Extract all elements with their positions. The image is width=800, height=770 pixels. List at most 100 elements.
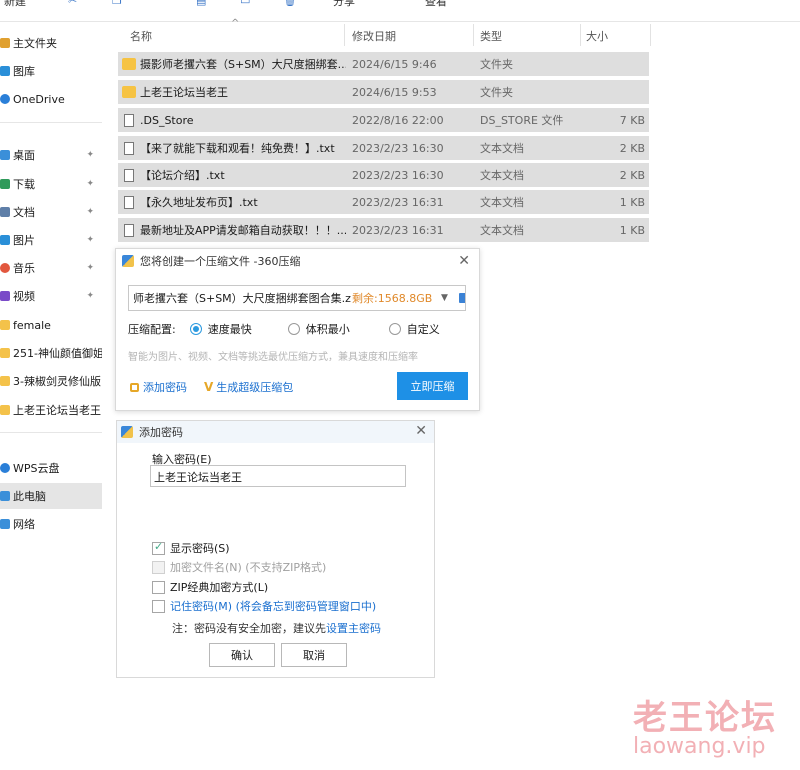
copy-icon[interactable]: ❐ — [112, 0, 126, 8]
sidebar-item-laowang[interactable]: 上老王论坛当老王 — [0, 397, 102, 423]
new-button[interactable]: 新建 — [4, 0, 26, 9]
gallery-icon — [0, 66, 10, 76]
compress-hint: 智能为图片、视频、文档等挑选最优压缩方式，兼具速度和压缩率 — [128, 352, 418, 363]
file-type: 文本文档 — [480, 224, 524, 237]
text-file-icon — [124, 141, 134, 155]
file-size: 7 KB — [619, 113, 645, 127]
watermark-url: laowang.vip — [633, 734, 766, 759]
compress-dialog: 您将创建一个压缩文件 -360压缩 ✕ 师老攫六套（S+SM）大尺度捆绑套图合集… — [115, 248, 480, 411]
delete-icon[interactable]: 🗑 — [283, 0, 297, 8]
column-divider[interactable] — [473, 24, 474, 46]
pin-icon: ✦ — [86, 291, 94, 301]
checkbox-box[interactable] — [152, 540, 165, 555]
file-date: 2023/2/23 16:31 — [352, 195, 444, 209]
pin-icon: ✦ — [86, 207, 94, 217]
cancel-button[interactable]: 取消 — [281, 643, 347, 667]
file-name: 上老王论坛当老王 — [140, 86, 228, 99]
sidebar-item-music[interactable]: 音乐 ✦ — [0, 255, 102, 281]
sidebar-item-female[interactable]: female — [0, 312, 102, 338]
view-button[interactable]: 查看 — [425, 0, 447, 9]
checkbox-box[interactable] — [152, 599, 165, 613]
column-header-name[interactable]: 名称 — [130, 28, 152, 44]
column-header-type[interactable]: 类型 — [480, 28, 502, 44]
link-label: 添加密码 — [143, 381, 187, 394]
sidebar-item-label: 上老王论坛当老王 — [13, 404, 101, 417]
share-button[interactable]: 分享 — [333, 0, 355, 9]
sidebar-item-videos[interactable]: 视频 ✦ — [0, 283, 102, 309]
sidebar-item-label: 3-辣椒剑灵修仙版 — [13, 375, 101, 388]
set-master-password-link[interactable]: 设置主密码 — [326, 622, 381, 635]
sidebar-item-downloads[interactable]: 下载 ✦ — [0, 171, 102, 197]
file-row[interactable]: 最新地址及APP请发邮箱自动获取！！！... 2023/2/23 16:31 文… — [118, 218, 649, 242]
radio-fastest[interactable] — [189, 323, 202, 335]
sidebar-item-documents[interactable]: 文档 ✦ — [0, 199, 102, 225]
file-row[interactable]: 摄影师老攫六套（S+SM）大尺度捆绑套... 2024/6/15 9:46 文件… — [118, 52, 649, 76]
sidebar-item-this-pc[interactable]: 此电脑 — [0, 483, 102, 509]
watermark-text: 老王论坛 — [633, 698, 777, 738]
sidebar-item-folder-251[interactable]: 251-神仙颜值御姐 — [0, 340, 102, 366]
output-path-field[interactable]: 师老攫六套（S+SM）大尺度捆绑套图合集.zip 剩余:1568.8GB ▼ — [128, 285, 466, 311]
column-divider[interactable] — [650, 24, 651, 46]
checkbox-label: 加密文件名(N) (不支持ZIP格式) — [170, 561, 327, 574]
close-icon[interactable]: ✕ — [458, 253, 470, 269]
checkbox-label: 显示密码(S) — [170, 542, 230, 555]
radio-custom[interactable] — [388, 323, 401, 335]
super-pack-link[interactable]: V 生成超级压缩包 — [204, 379, 293, 395]
folder-browse-icon[interactable] — [459, 293, 465, 303]
remember-password-checkbox[interactable]: 记住密码(M) (将会备忘到密码管理窗口中) — [152, 598, 376, 614]
sidebar-item-gallery[interactable]: 图库 — [0, 58, 102, 84]
sidebar-item-home[interactable]: 主文件夹 — [0, 30, 102, 56]
home-icon — [0, 38, 10, 48]
360-zip-icon — [121, 426, 133, 438]
sidebar-item-label: 文档 — [13, 206, 35, 219]
column-divider[interactable] — [580, 24, 581, 46]
compress-config: 压缩配置: 速度最快 体积最小 自定义 — [128, 321, 440, 337]
sidebar-item-label: WPS云盘 — [13, 462, 60, 475]
sidebar-item-label: OneDrive — [13, 92, 65, 106]
cloud-icon — [0, 94, 10, 104]
add-password-link[interactable]: 添加密码 — [130, 379, 187, 395]
close-icon[interactable]: ✕ — [415, 423, 427, 439]
file-row[interactable]: 【来了就能下载和观看！纯免费！】.txt 2023/2/23 16:30 文本文… — [118, 136, 649, 160]
text-file-icon — [124, 168, 134, 182]
sidebar-item-folder-3[interactable]: 3-辣椒剑灵修仙版 — [0, 368, 102, 394]
file-name: 【来了就能下载和观看！纯免费！】.txt — [140, 142, 335, 155]
column-header-date[interactable]: 修改日期 — [352, 28, 396, 44]
option-label: 体积最小 — [305, 323, 350, 336]
folder-icon — [0, 320, 10, 330]
compress-now-button[interactable]: 立即压缩 — [397, 372, 468, 400]
show-password-checkbox[interactable]: 显示密码(S) — [152, 540, 230, 556]
sidebar-item-wps-cloud[interactable]: WPS云盘 — [0, 455, 102, 481]
column-header-size[interactable]: 大小 — [586, 28, 608, 44]
ok-button[interactable]: 确认 — [209, 643, 275, 667]
sidebar-item-onedrive[interactable]: OneDrive — [0, 86, 102, 112]
password-input[interactable]: 上老王论坛当老王 — [150, 465, 406, 487]
text-file-icon — [124, 195, 134, 209]
chevron-down-icon[interactable]: ▼ — [441, 293, 448, 303]
navigation-pane: 主文件夹 图库 OneDrive 桌面 ✦ 下载 ✦ 文档 ✦ 图片 ✦ 音乐 … — [0, 22, 102, 770]
video-icon — [0, 291, 10, 301]
sidebar-item-pictures[interactable]: 图片 ✦ — [0, 227, 102, 253]
sidebar-item-label: 桌面 — [13, 149, 35, 162]
file-row[interactable]: .DS_Store 2022/8/16 22:00 DS_STORE 文件 7 … — [118, 108, 649, 132]
option-label: 自定义 — [406, 323, 440, 336]
file-row[interactable]: 【永久地址发布页】.txt 2023/2/23 16:31 文本文档 1 KB — [118, 190, 649, 214]
column-divider[interactable] — [344, 24, 345, 46]
music-icon — [0, 263, 10, 273]
file-row[interactable]: 【论坛介绍】.txt 2023/2/23 16:30 文本文档 2 KB — [118, 163, 649, 187]
sidebar-item-desktop[interactable]: 桌面 ✦ — [0, 142, 102, 168]
radio-smallest[interactable] — [287, 323, 300, 335]
zip-classic-encryption-checkbox[interactable]: ZIP经典加密方式(L) — [152, 579, 268, 595]
file-type: 文件夹 — [480, 86, 513, 99]
file-date: 2024/6/15 9:46 — [352, 57, 437, 71]
sidebar-item-network[interactable]: 网络 — [0, 511, 102, 537]
dialog-title: 您将创建一个压缩文件 -360压缩 — [140, 255, 301, 268]
dialog-title: 添加密码 — [139, 426, 183, 439]
file-row[interactable]: 上老王论坛当老王 2024/6/15 9:53 文件夹 — [118, 80, 649, 104]
paste-icon[interactable]: ▤ — [196, 0, 210, 8]
file-name: 【永久地址发布页】.txt — [140, 196, 258, 209]
rename-icon[interactable]: ▭ — [240, 0, 254, 8]
cut-icon[interactable]: ✂ — [68, 0, 82, 8]
file-date: 2024/6/15 9:53 — [352, 85, 437, 99]
checkbox-box[interactable] — [152, 580, 165, 594]
